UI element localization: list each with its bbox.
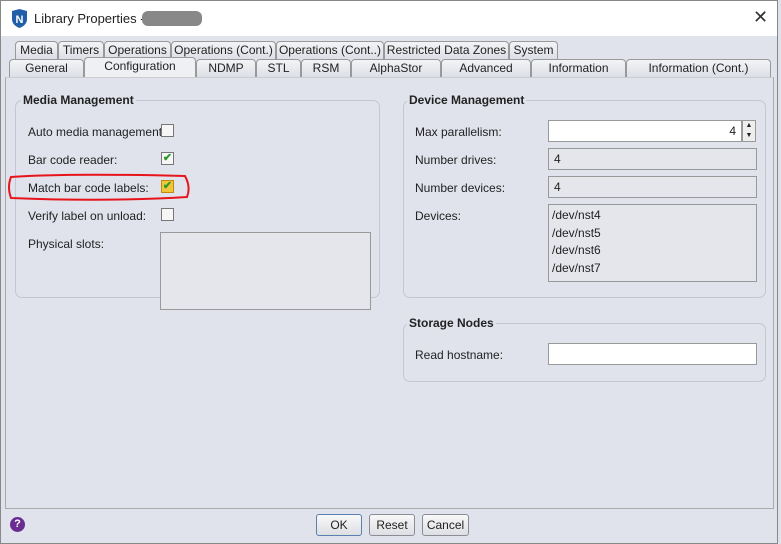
tab-system[interactable]: System [509,41,558,59]
verify-label-checkbox[interactable] [161,208,174,221]
device-management-title: Device Management [407,93,527,107]
read-hostname-input[interactable] [548,343,757,365]
window-title: Library Properties - [34,11,145,26]
red-highlight-annotation [8,173,190,201]
number-devices-label: Number devices: [415,181,506,195]
tab-alphastor[interactable]: AlphaStor [351,59,441,77]
verify-label-label: Verify label on unload: [28,209,147,223]
svg-text:N: N [16,14,24,26]
max-parallelism-spinner[interactable]: ▲ ▼ [742,120,756,142]
tab-advanced[interactable]: Advanced [441,59,531,77]
spin-up-icon[interactable]: ▲ [743,121,755,131]
tab-general[interactable]: General [9,59,84,77]
physical-slots-field[interactable] [160,232,371,310]
device-item[interactable]: /dev/nst5 [552,225,753,243]
library-properties-window: N Library Properties - ✕ Media Timers Oper… [0,0,778,544]
tab-operations-cont[interactable]: Operations (Cont..) [276,41,384,59]
spin-down-icon[interactable]: ▼ [743,131,755,141]
redacted-name [142,11,202,26]
auto-media-label: Auto media management: [28,125,166,139]
bar-code-reader-checkbox[interactable]: ✔ [161,152,174,165]
bar-code-reader-label: Bar code reader: [28,153,118,167]
tab-stl[interactable]: STL [256,59,301,77]
ok-button[interactable]: OK [316,514,362,536]
tab-configuration[interactable]: Configuration [84,57,196,78]
number-drives-label: Number drives: [415,153,497,167]
cancel-button[interactable]: Cancel [422,514,469,536]
storage-nodes-title: Storage Nodes [407,316,496,330]
media-management-title: Media Management [21,93,136,107]
help-icon[interactable]: ? [10,517,25,532]
physical-slots-label: Physical slots: [28,237,105,251]
close-icon[interactable]: ✕ [753,7,768,28]
number-drives-field: 4 [548,148,757,170]
app-logo-icon: N [12,9,27,28]
devices-label: Devices: [415,209,462,223]
tab-information-cont[interactable]: Information (Cont.) [626,59,771,77]
number-devices-field: 4 [548,176,757,198]
max-parallelism-input[interactable]: 4 [548,120,742,142]
device-item[interactable]: /dev/nst7 [552,260,753,278]
device-item[interactable]: /dev/nst6 [552,242,753,260]
tab-media[interactable]: Media [15,41,58,59]
auto-media-checkbox[interactable] [161,124,174,137]
tab-restricted-data-zones[interactable]: Restricted Data Zones [384,41,509,59]
tab-rsm[interactable]: RSM [301,59,351,77]
tab-ndmp[interactable]: NDMP [196,59,256,77]
device-item[interactable]: /dev/nst4 [552,207,753,225]
reset-button[interactable]: Reset [369,514,415,536]
title-bar: N Library Properties - ✕ [1,1,777,36]
devices-list[interactable]: /dev/nst4 /dev/nst5 /dev/nst6 /dev/nst7 [548,204,757,282]
max-parallelism-label: Max parallelism: [415,125,502,139]
read-hostname-label: Read hostname: [415,348,504,362]
tab-information[interactable]: Information [531,59,626,77]
